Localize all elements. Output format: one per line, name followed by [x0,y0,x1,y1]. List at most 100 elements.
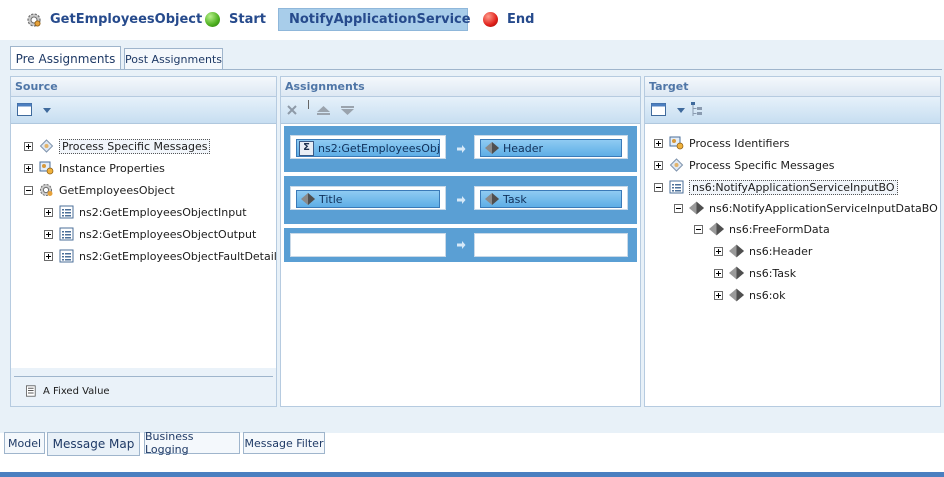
tree-item-label: Instance Properties [59,161,165,175]
gear-icon [27,12,41,27]
delete-icon[interactable] [287,105,297,115]
view-window-icon[interactable] [17,103,32,116]
expand-icon[interactable] [654,160,663,170]
tab-model[interactable]: Model [4,432,45,454]
tab-divider [10,69,942,70]
collapse-icon[interactable] [24,185,33,195]
tree-item[interactable]: ns6:NotifyApplicationServiceInputDataBO [674,199,938,217]
start-ball-icon [205,12,220,27]
assignment-to-label: Header [503,141,544,155]
tree-item[interactable]: ns6:FreeFormData [694,220,830,238]
message-diamond-icon [669,158,684,172]
expand-icon[interactable] [654,138,663,148]
tree-item[interactable]: Process Identifiers [654,134,790,152]
expand-icon[interactable] [714,268,723,278]
tree-item-label: ns6:NotifyApplicationServiceInputBO [689,179,898,195]
collapse-icon[interactable] [654,182,663,192]
element-icon [301,193,315,205]
tab-post-assignments[interactable]: Post Assignments [124,48,223,70]
fixed-value-item[interactable]: A Fixed Value [26,382,110,400]
tree-item[interactable]: ns6:Header [714,242,812,260]
collapse-icon[interactable] [674,203,683,213]
assignment-row[interactable]: Σ ns2:GetEmployeesObjectOutput Header [284,126,637,172]
fixed-value-icon [26,385,36,397]
assignment-target-field[interactable] [474,233,628,257]
assignment-target-value: Task [480,190,622,208]
assignment-source-value: Σ ns2:GetEmployeesObjectOutput [296,139,440,157]
message-diamond-icon [39,139,54,153]
tab-pre-assignments[interactable]: Pre Assignments [10,46,121,70]
flow-item-getemployeesobject[interactable]: GetEmployeesObject [26,8,202,31]
collapse-icon[interactable] [694,224,703,234]
expand-icon[interactable] [24,163,33,173]
tree-item[interactable]: ns2:GetEmployeesObjectOutput [44,225,256,243]
source-toolbar [11,97,276,124]
flow-item-notifyapplicationservice[interactable]: NotifyApplicationService [278,8,471,31]
expand-icon[interactable] [714,290,723,300]
view-window-icon[interactable] [651,103,666,116]
flow-item-label: NotifyApplicationService [289,12,471,27]
flow-item-start[interactable]: Start [205,8,266,31]
tree-item[interactable]: ns6:ok [714,286,786,304]
expand-icon[interactable] [714,246,723,256]
target-panel: Target Process Identifiers Process Speci… [644,76,941,407]
chevron-down-icon[interactable] [677,108,685,113]
element-icon [485,193,499,205]
bottom-scrollbar[interactable] [0,472,944,477]
assignment-row[interactable]: Title Task [284,176,637,224]
element-icon [709,222,724,236]
assignment-row-empty[interactable] [284,228,637,262]
assignment-source-field[interactable]: Title [290,186,446,210]
move-down-icon[interactable] [341,106,354,115]
assignment-source-field[interactable] [290,233,446,257]
tab-message-map[interactable]: Message Map [47,432,140,456]
flow-item-label: End [507,12,535,27]
flow-bar: GetEmployeesObject Start NotifyApplicati… [0,0,944,40]
arrow-right-icon [457,196,466,204]
tree-item-label: ns6:Task [749,266,797,280]
tree-item-label: Process Identifiers [689,136,790,150]
flow-item-end[interactable]: End [483,8,534,31]
arrow-right-icon [457,145,466,153]
assignments-title: Assignments [281,77,640,97]
flow-item-label: GetEmployeesObject [50,12,203,27]
tree-item[interactable]: ns6:Task [714,264,796,282]
gear-icon [40,184,53,196]
tab-label: Model [7,436,42,450]
tree-item-label: Process Specific Messages [59,138,211,154]
tree-item[interactable]: Instance Properties [24,159,165,177]
tree-item-label: ns2:GetEmployeesObjectFaultDetail [79,249,277,263]
assignments-toolbar [281,97,640,124]
data-object-icon [59,227,74,241]
element-icon [729,266,744,280]
data-object-icon [669,180,684,194]
tab-business-logging[interactable]: Business Logging [144,430,240,456]
expand-icon[interactable] [44,251,53,261]
instance-properties-icon [39,161,54,175]
tree-item-label: ns6:Header [749,244,813,258]
tree-item[interactable]: GetEmployeesObject [24,181,175,199]
assignment-target-field[interactable]: Task [474,186,628,210]
tree-item[interactable]: Process Specific Messages [24,137,211,155]
assignment-target-field[interactable]: Header [474,135,628,159]
tree-item-label: ns6:ok [749,288,786,302]
element-icon [729,244,744,258]
move-up-icon[interactable] [317,106,330,115]
assignment-to-label: Task [503,192,527,206]
expand-icon[interactable] [44,229,53,239]
assignment-source-field[interactable]: Σ ns2:GetEmployeesObjectOutput [290,135,446,159]
tree-item[interactable]: ns2:GetEmployeesObjectInput [44,203,247,221]
tree-item-label: Process Specific Messages [689,158,835,172]
tree-item-label: GetEmployeesObject [59,183,175,197]
tree-item[interactable]: ns2:GetEmployeesObjectFaultDetail [44,247,277,265]
target-tree: Process Identifiers Process Specific Mes… [645,124,940,406]
assignment-target-value: Header [480,139,622,157]
fixed-value-label: A Fixed Value [43,385,110,397]
expand-icon[interactable] [24,141,33,151]
chevron-down-icon[interactable] [43,108,51,113]
tab-message-filter[interactable]: Message Filter [243,432,325,454]
expand-icon[interactable] [44,207,53,217]
tree-structure-icon[interactable] [691,102,703,118]
tree-item[interactable]: ns6:NotifyApplicationServiceInputBO [654,178,898,196]
tree-item[interactable]: Process Specific Messages [654,156,834,174]
